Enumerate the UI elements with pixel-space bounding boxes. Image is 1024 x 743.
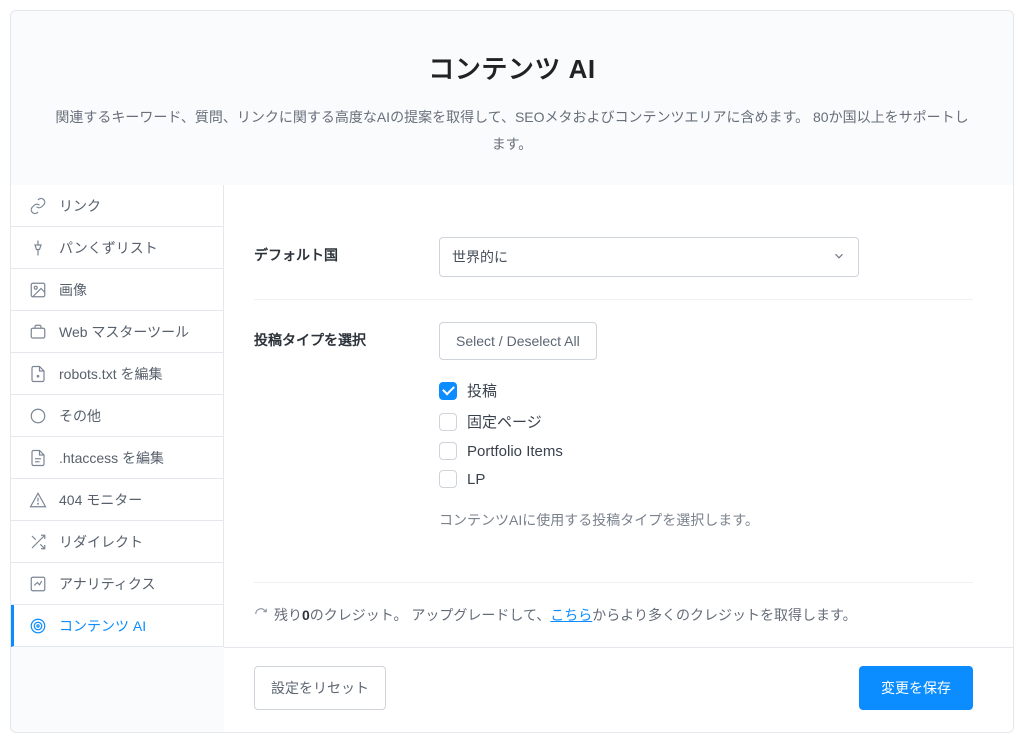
sidebar-item-label: robots.txt を編集 <box>59 364 162 384</box>
credits-link[interactable]: こちら <box>550 607 592 623</box>
warning-icon <box>29 491 47 509</box>
checkbox-posts[interactable]: 投稿 <box>439 380 859 401</box>
chart-icon <box>29 575 47 593</box>
page-title: コンテンツ AI <box>51 49 973 86</box>
checkbox-box[interactable] <box>439 442 457 460</box>
post-types-list: 投稿固定ページ Portfolio Items LP <box>439 380 859 488</box>
image-icon <box>29 281 47 299</box>
checkbox-label: Portfolio Items <box>467 443 563 460</box>
checkbox-label: 固定ページ <box>467 411 542 432</box>
checkbox-label: LP <box>467 471 485 488</box>
sidebar-item-label: .htaccess を編集 <box>59 448 164 468</box>
sidebar-item-label: リンク <box>59 196 101 216</box>
checkbox-box[interactable] <box>439 413 457 431</box>
file-icon <box>29 365 47 383</box>
sidebar-item-htaccess[interactable]: .htaccess を編集 <box>11 437 223 479</box>
default-country-select[interactable]: 世界的に <box>439 237 859 277</box>
checkbox-pages[interactable]: 固定ページ <box>439 411 859 432</box>
main-content: デフォルト国 世界的に 投稿タイプを選択 Select / Deselect A… <box>224 185 1013 647</box>
credits-text: 残り0のクレジット。 アップグレードして、こちらからより多くのクレジットを取得し… <box>274 605 857 625</box>
sidebar-item-label: その他 <box>59 406 101 426</box>
pin-icon <box>29 239 47 257</box>
sidebar-item-content-ai[interactable]: コンテンツ AI <box>11 605 223 647</box>
sidebar-item-label: アナリティクス <box>59 574 155 594</box>
target-icon <box>29 617 47 635</box>
sidebar-item-images[interactable]: 画像 <box>11 269 223 311</box>
row-post-types: 投稿タイプを選択 Select / Deselect All 投稿固定ページ Po… <box>254 299 973 552</box>
sidebar-item-breadcrumbs[interactable]: パンくずリスト <box>11 227 223 269</box>
checkbox-label: 投稿 <box>467 380 497 401</box>
toggle-all-button[interactable]: Select / Deselect All <box>439 322 597 360</box>
circle-icon <box>29 407 47 425</box>
credits-bar: 残り0のクレジット。 アップグレードして、こちらからより多くのクレジットを取得し… <box>254 582 973 647</box>
sidebar-item-label: Web マスターツール <box>59 322 189 342</box>
checkbox-box[interactable] <box>439 382 457 400</box>
checkbox-box[interactable] <box>439 470 457 488</box>
briefcase-icon <box>29 323 47 341</box>
sidebar: リンクパンくずリスト画像 Web マスターツール robots.txt を編集その他… <box>11 185 224 647</box>
refresh-icon[interactable] <box>254 607 268 624</box>
settings-panel: コンテンツ AI 関連するキーワード、質問、リンクに関する高度なAIの提案を取得… <box>10 10 1014 733</box>
checkbox-lp[interactable]: LP <box>439 470 859 488</box>
sidebar-item-other[interactable]: その他 <box>11 395 223 437</box>
footer-bar: 設定をリセット 変更を保存 <box>224 647 1013 732</box>
panel-header: コンテンツ AI 関連するキーワード、質問、リンクに関する高度なAIの提案を取得… <box>11 11 1013 185</box>
sidebar-item-links[interactable]: リンク <box>11 185 223 227</box>
sidebar-item-404[interactable]: 404 モニター <box>11 479 223 521</box>
post-types-label: 投稿タイプを選択 <box>254 322 439 350</box>
doc-icon <box>29 449 47 467</box>
sidebar-item-redirects[interactable]: リダイレクト <box>11 521 223 563</box>
checkbox-portfolio[interactable]: Portfolio Items <box>439 442 859 460</box>
sidebar-item-analytics[interactable]: アナリティクス <box>11 563 223 605</box>
page-description: 関連するキーワード、質問、リンクに関する高度なAIの提案を取得して、SEOメタお… <box>51 104 973 157</box>
sidebar-item-label: パンくずリスト <box>59 238 158 258</box>
reset-button[interactable]: 設定をリセット <box>254 666 386 710</box>
save-button[interactable]: 変更を保存 <box>859 666 973 710</box>
sidebar-item-label: リダイレクト <box>59 532 143 552</box>
sidebar-item-webmaster[interactable]: Web マスターツール <box>11 311 223 353</box>
sidebar-item-label: コンテンツ AI <box>59 616 146 636</box>
default-country-label: デフォルト国 <box>254 237 439 265</box>
link-icon <box>29 197 47 215</box>
shuffle-icon <box>29 533 47 551</box>
sidebar-item-robots[interactable]: robots.txt を編集 <box>11 353 223 395</box>
sidebar-item-label: 404 モニター <box>59 490 142 510</box>
row-default-country: デフォルト国 世界的に <box>254 215 973 299</box>
sidebar-item-label: 画像 <box>59 280 87 300</box>
chevron-down-icon <box>832 249 846 266</box>
default-country-value: 世界的に <box>452 247 508 267</box>
post-types-help: コンテンツAIに使用する投稿タイプを選択します。 <box>439 510 859 530</box>
